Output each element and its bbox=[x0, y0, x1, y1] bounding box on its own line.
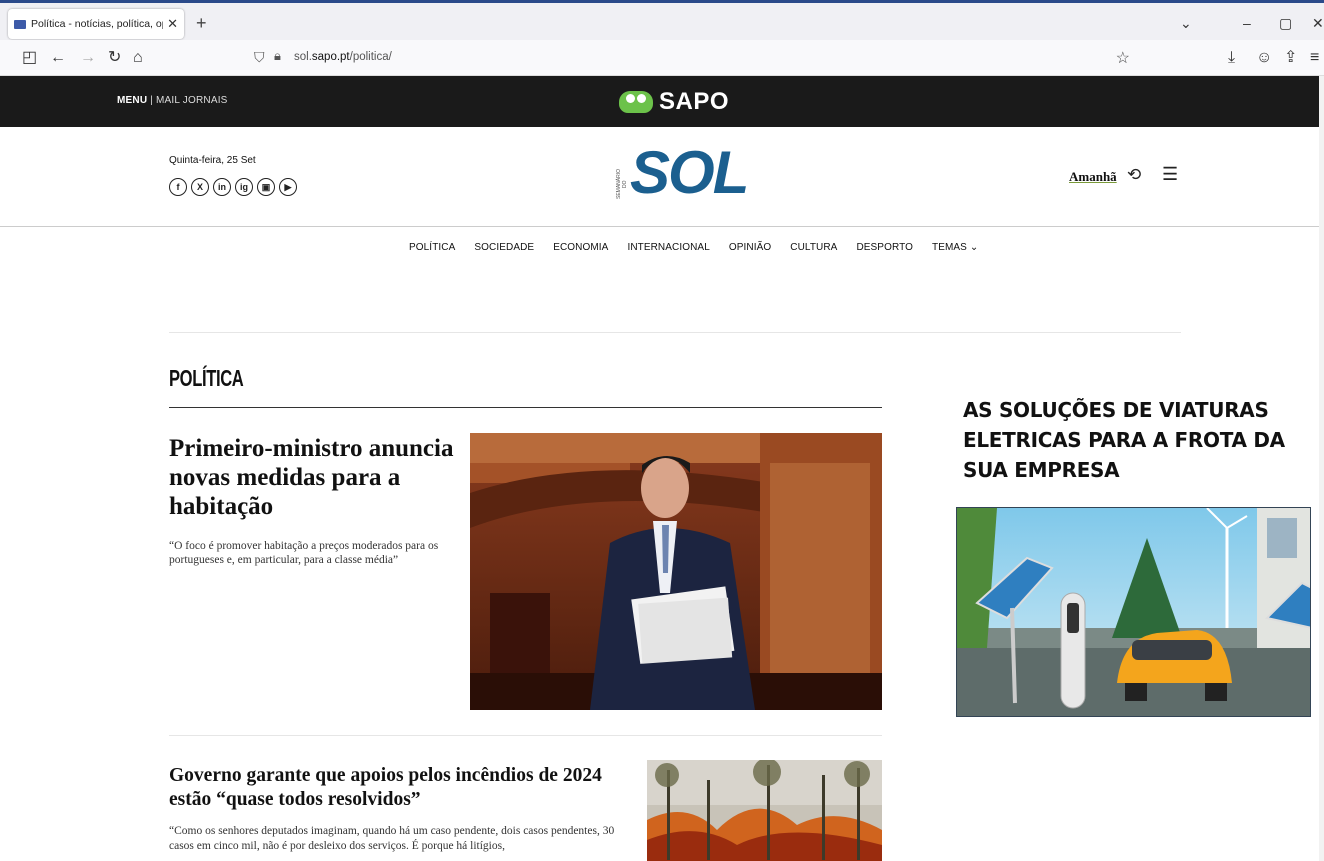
close-window-icon[interactable]: ✕ bbox=[1312, 15, 1324, 32]
linkedin-icon[interactable]: in bbox=[213, 178, 231, 196]
ad-headline[interactable]: AS SOLUÇÕES DE VIATURAS ELETRICAS PARA A… bbox=[963, 395, 1313, 485]
article-image[interactable] bbox=[470, 433, 882, 710]
sol-logo-text: SOL bbox=[630, 139, 749, 206]
divider bbox=[169, 735, 882, 736]
x-twitter-icon[interactable]: X bbox=[191, 178, 209, 196]
sol-logo[interactable]: SEMANÁRIO DO SOL bbox=[616, 139, 749, 206]
sol-logo-pretext: SEMANÁRIO DO bbox=[616, 169, 628, 200]
new-tab-icon[interactable]: + bbox=[196, 13, 207, 34]
article-title[interactable]: Primeiro-ministro anuncia novas medidas … bbox=[169, 434, 454, 521]
article-lead: “Como os senhores deputados imaginam, qu… bbox=[169, 825, 615, 852]
url-text: sol.sapo.pt/politica/ bbox=[294, 51, 392, 63]
download-icon[interactable]: ⤓ bbox=[1228, 48, 1235, 68]
favicon-icon bbox=[14, 19, 26, 29]
tab-list-icon[interactable]: ⌄ bbox=[1180, 15, 1192, 32]
sapo-logo-text: SAPO bbox=[659, 88, 730, 115]
bookmark-star-icon[interactable]: ☆ bbox=[1116, 48, 1130, 68]
lock-icon: 🔒︎ bbox=[274, 48, 281, 63]
menu-link[interactable]: MENU bbox=[117, 95, 147, 106]
rss-icon[interactable]: ▣ bbox=[257, 178, 275, 196]
nav-item-politica[interactable]: POLÍTICA bbox=[409, 242, 455, 253]
tab-title: Política - notícias, política, opini bbox=[31, 18, 163, 30]
article-title[interactable]: Governo garante que apoios pelos incêndi… bbox=[169, 764, 619, 812]
sapo-top-bar: MENU | MAIL JORNAIS SAPO bbox=[0, 76, 1324, 127]
account-icon[interactable]: ☺ bbox=[1256, 48, 1272, 68]
section-title-rule bbox=[169, 407, 882, 408]
hamburger-menu-icon[interactable]: ☰ bbox=[1162, 164, 1178, 185]
history-icon[interactable]: ⟲ bbox=[1127, 165, 1141, 185]
browser-tab[interactable]: Política - notícias, política, opini ✕ bbox=[8, 9, 184, 39]
youtube-icon[interactable]: ▶ bbox=[279, 178, 297, 196]
browser-navigation-bar: ◰ ← → ↻ ⌂ ⛉ 🔒︎ sol.sapo.pt/politica/ ☆ ⤓… bbox=[0, 40, 1324, 76]
page-scrollbar[interactable] bbox=[1319, 76, 1324, 861]
nav-item-economia[interactable]: ECONOMIA bbox=[553, 242, 608, 253]
nav-item-sociedade[interactable]: SOCIEDADE bbox=[474, 242, 534, 253]
sapo-logo[interactable]: SAPO bbox=[619, 88, 729, 116]
section-title: POLÍTICA bbox=[169, 365, 244, 391]
facebook-icon[interactable]: f bbox=[169, 178, 187, 196]
sol-header: Quinta-feira, 25 Set f X in ig ▣ ▶ SEMAN… bbox=[0, 127, 1324, 227]
article-lead: “O foco é promover habitação a preços mo… bbox=[169, 540, 439, 566]
section-nav: POLÍTICA SOCIEDADE ECONOMIA INTERNACIONA… bbox=[409, 242, 978, 253]
maximize-icon[interactable]: ▢ bbox=[1279, 15, 1292, 32]
app-menu-icon[interactable]: ≡ bbox=[1310, 48, 1319, 68]
menu-separator: | bbox=[150, 95, 154, 106]
nav-item-cultura[interactable]: CULTURA bbox=[790, 242, 837, 253]
header-date: Quinta-feira, 25 Set bbox=[169, 155, 256, 166]
amanha-link[interactable]: Amanhã bbox=[1069, 169, 1117, 185]
nav-item-temas[interactable]: TEMAS ⌄ bbox=[932, 242, 978, 253]
divider bbox=[169, 332, 1181, 333]
nav-item-desporto[interactable]: DESPORTO bbox=[856, 242, 913, 253]
sidebar-toggle-icon[interactable]: ◰ bbox=[22, 48, 37, 68]
url-bar[interactable]: ⛉ 🔒︎ sol.sapo.pt/politica/ ☆ bbox=[246, 46, 1140, 70]
ad-image[interactable] bbox=[956, 507, 1311, 717]
forward-icon[interactable]: → bbox=[80, 48, 96, 68]
home-icon[interactable]: ⌂ bbox=[133, 48, 143, 68]
shield-icon: ⛉ bbox=[254, 49, 265, 65]
article-image[interactable] bbox=[647, 760, 882, 861]
close-tab-icon[interactable]: ✕ bbox=[167, 16, 178, 32]
reload-icon[interactable]: ↻ bbox=[108, 48, 121, 68]
minimize-icon[interactable]: – bbox=[1243, 15, 1251, 31]
nav-item-opiniao[interactable]: OPINIÃO bbox=[729, 242, 771, 253]
nav-item-internacional[interactable]: INTERNACIONAL bbox=[627, 242, 709, 253]
sapo-menu-links: MENU | MAIL JORNAIS bbox=[117, 95, 228, 106]
mail-link[interactable]: MAIL bbox=[156, 95, 180, 106]
browser-tab-bar: Política - notícias, política, opini ✕ +… bbox=[0, 0, 1324, 40]
social-links: f X in ig ▣ ▶ bbox=[169, 178, 297, 196]
sapo-frog-icon bbox=[619, 91, 653, 113]
jornais-link[interactable]: JORNAIS bbox=[183, 95, 228, 106]
share-icon[interactable]: ⇪ bbox=[1284, 48, 1297, 68]
back-icon[interactable]: ← bbox=[50, 48, 66, 68]
instagram-icon[interactable]: ig bbox=[235, 178, 253, 196]
